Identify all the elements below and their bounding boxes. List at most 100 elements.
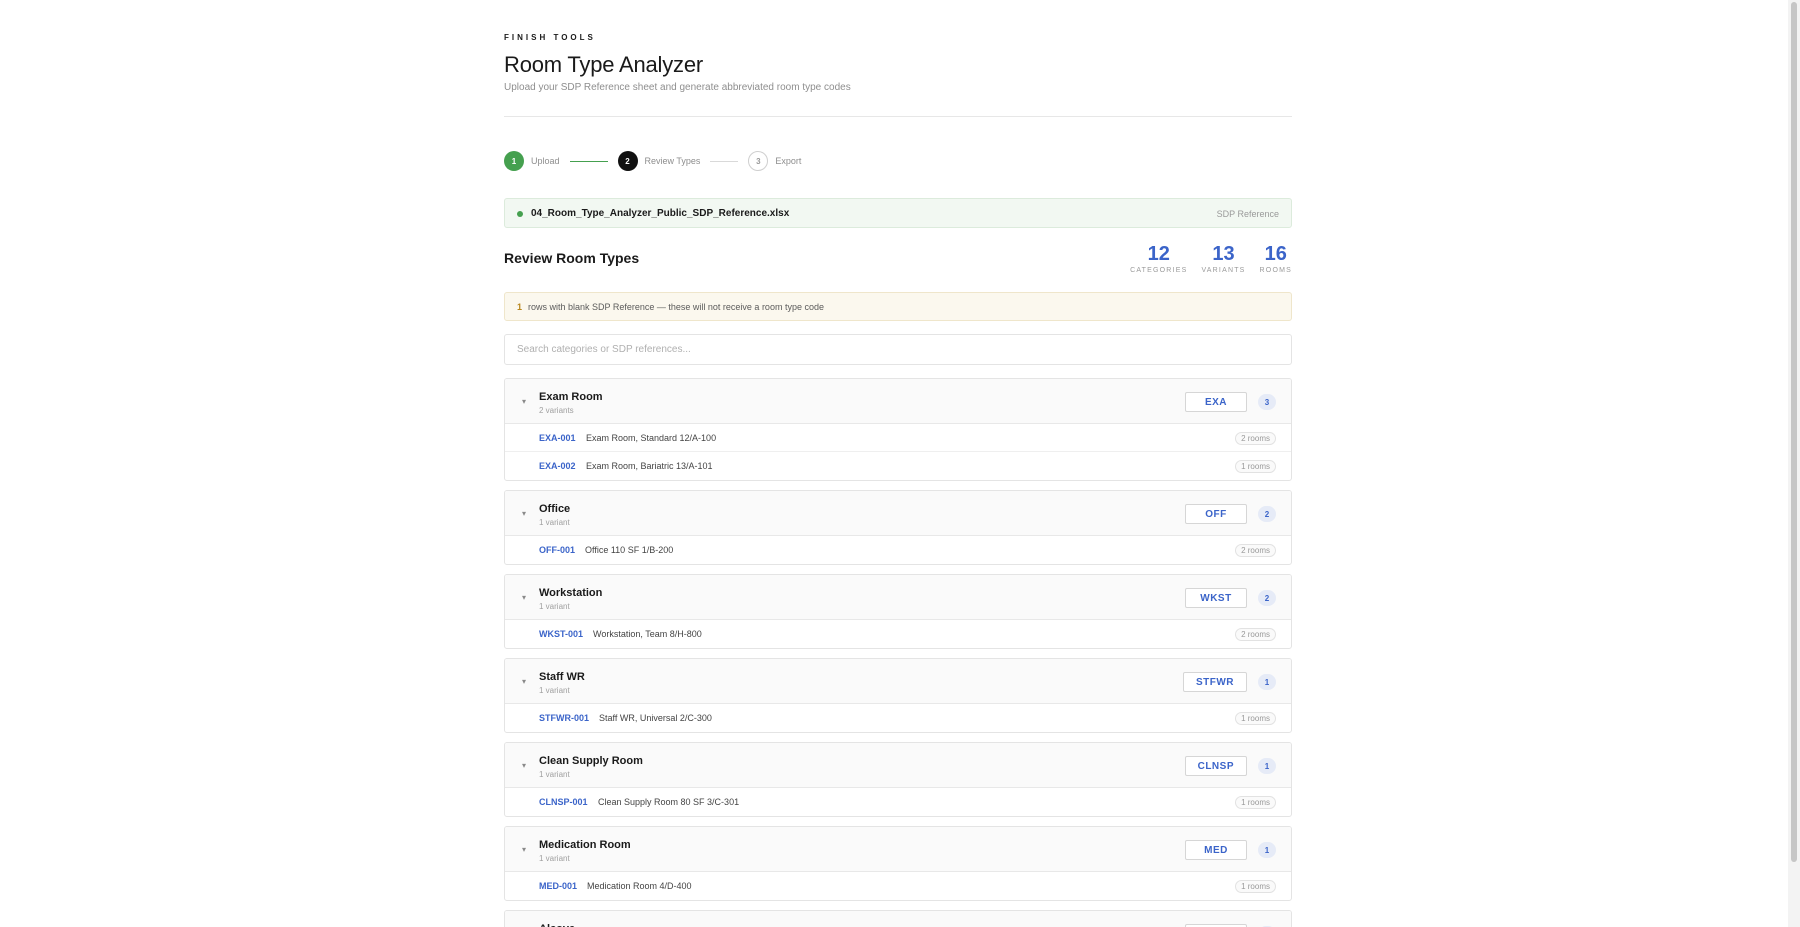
category-card-clean-supply-room: ▾ Clean Supply Room 1 variant CLNSP 1 CLNSP-0… [504,742,1292,817]
step-2-label[interactable]: Review Types [645,156,701,166]
category-header-clean-supply-room[interactable]: ▾ Clean Supply Room 1 variant CLNSP 1 [505,743,1291,788]
step-1-indicator[interactable]: 1 [504,151,524,171]
category-variant-count: 1 variant [539,686,570,695]
variant-rooms-badge: 1 rooms [1235,880,1276,893]
stepper: 1 Upload 2 Review Types 3 Export [504,151,801,171]
category-list: ▾ Exam Room 2 variants EXA 3 EXA-001 Exam Room… [504,378,1292,927]
category-room-count-badge: 1 [1258,842,1276,858]
uploaded-file-bar: 04_Room_Type_Analyzer_Public_SDP_Referen… [504,198,1292,228]
variant-code: CLNSP-001 [539,797,588,807]
variant-row: WKST-001 Workstation, Team 8/H-800 2 rooms [505,620,1291,648]
stat-rooms-value: 16 [1264,243,1287,265]
review-section-title: Review Room Types [504,250,640,266]
warning-message: rows with blank SDP Reference — these wi… [528,302,824,312]
variant-sdp-reference: Medication Room 4/D-400 [587,881,692,891]
category-name: Alcove [539,923,575,927]
category-name: Office [539,503,571,515]
chevron-down-icon[interactable]: ▾ [522,397,526,406]
variant-rooms-badge: 2 rooms [1235,544,1276,557]
search-input[interactable] [504,334,1292,365]
category-header-staff-wr[interactable]: ▾ Staff WR 1 variant STFWR 1 [505,659,1291,704]
category-header-workstation[interactable]: ▾ Workstation 1 variant WKST 2 [505,575,1291,620]
uploaded-file-name: 04_Room_Type_Analyzer_Public_SDP_Referen… [531,208,790,219]
category-card-exam-room: ▾ Exam Room 2 variants EXA 3 EXA-001 Exam Room… [504,378,1292,481]
category-code-input[interactable]: EXA [1185,392,1247,412]
chevron-down-icon[interactable]: ▾ [522,509,526,518]
step-3-indicator[interactable]: 3 [748,151,769,171]
chevron-down-icon[interactable]: ▾ [522,593,526,602]
chevron-down-icon[interactable]: ▾ [522,677,526,686]
category-header-alcove[interactable]: ▾AlcoveALC1 [505,911,1291,927]
variant-sdp-reference: Exam Room, Bariatric 13/A-101 [586,461,713,471]
variant-rooms-badge: 1 rooms [1235,712,1276,725]
variant-sdp-reference: Clean Supply Room 80 SF 3/C-301 [598,797,740,807]
page-title: Room Type Analyzer [504,52,703,77]
variant-row: STFWR-001 Staff WR, Universal 2/C-300 1 ro… [505,704,1291,732]
variant-code: MED-001 [539,881,578,891]
stat-variants-label: VARIANTS [1201,267,1246,274]
category-code-input[interactable]: MED [1185,840,1247,860]
page-scrollbar[interactable] [1788,0,1800,927]
category-code-input[interactable]: CLNSP [1184,756,1247,776]
summary-stats: 12 CATEGORIES 13 VARIANTS 16 ROOMS [1130,242,1292,274]
category-variant-count: 1 variant [539,518,570,527]
category-room-count-badge: 1 [1258,758,1276,774]
variant-code: STFWR-001 [539,713,590,723]
step-connector-2 [710,160,739,162]
step-1-label[interactable]: Upload [531,156,560,166]
category-header-exam-room[interactable]: ▾ Exam Room 2 variants EXA 3 [505,379,1291,424]
category-name: Exam Room [539,391,603,403]
category-card-staff-wr: ▾ Staff WR 1 variant STFWR 1 STFWR-001 Staff W… [504,658,1292,733]
category-variant-count: 1 variant [539,854,570,863]
category-room-count-badge: 1 [1258,674,1276,690]
stat-rooms-label: ROOMS [1259,267,1292,274]
variant-code: EXA-002 [539,461,576,471]
category-card-alcove: ▾AlcoveALC1 [504,910,1292,927]
variant-row: OFF-001 Office 110 SF 1/B-200 2 rooms [505,536,1291,564]
chevron-down-icon[interactable]: ▾ [522,845,526,854]
status-dot-icon [517,211,523,217]
category-room-count-badge: 2 [1258,506,1276,522]
category-code-input[interactable]: WKST [1185,588,1247,608]
category-card-office: ▾ Office 1 variant OFF 2 OFF-001 Office 110 SF… [504,490,1292,565]
step-connector-1 [569,160,608,162]
category-variant-count: 1 variant [539,602,570,611]
chevron-down-icon[interactable]: ▾ [522,761,526,770]
variant-code: EXA-001 [539,433,576,443]
app-eyebrow: FINISH TOOLS [504,33,596,42]
category-name: Clean Supply Room [539,755,643,767]
category-name: Medication Room [539,839,631,851]
variant-row: EXA-002 Exam Room, Bariatric 13/A-101 1 ro… [505,452,1291,480]
step-2-indicator[interactable]: 2 [617,151,638,171]
variant-sdp-reference: Workstation, Team 8/H-800 [593,629,702,639]
category-header-medication-room[interactable]: ▾ Medication Room 1 variant MED 1 [505,827,1291,872]
category-code-input[interactable]: STFWR [1182,672,1247,692]
category-variant-count: 2 variants [539,406,574,415]
header-divider [504,116,1292,117]
scrollbar-thumb[interactable] [1791,2,1797,862]
blank-reference-warning: 1 rows with blank SDP Reference — these … [504,292,1292,321]
variant-code: OFF-001 [539,545,576,555]
variant-row: MED-001 Medication Room 4/D-400 1 rooms [505,872,1291,900]
variant-sdp-reference: Exam Room, Standard 12/A-100 [586,433,717,443]
category-variant-count: 1 variant [539,770,570,779]
stat-variants-value: 13 [1212,243,1235,265]
stat-categories: 12 CATEGORIES [1130,242,1187,274]
category-name: Staff WR [539,671,585,683]
variant-rooms-badge: 1 rooms [1235,460,1276,473]
variant-rooms-badge: 2 rooms [1235,628,1276,641]
step-3-label[interactable]: Export [775,156,801,166]
warning-count: 1 [517,302,523,312]
stat-categories-label: CATEGORIES [1130,267,1188,274]
category-code-input[interactable]: OFF [1185,504,1247,524]
category-header-office[interactable]: ▾ Office 1 variant OFF 2 [505,491,1291,536]
category-name: Workstation [539,587,603,599]
page-subtitle: Upload your SDP Reference sheet and gene… [504,82,851,93]
variant-rooms-badge: 2 rooms [1235,432,1276,445]
variant-code: WKST-001 [539,629,584,639]
category-card-workstation: ▾ Workstation 1 variant WKST 2 WKST-001 Workst… [504,574,1292,649]
category-room-count-badge: 3 [1258,394,1276,410]
variant-row: CLNSP-001 Clean Supply Room 80 SF 3/C-301… [505,788,1291,816]
variant-rooms-badge: 1 rooms [1235,796,1276,809]
variant-row: EXA-001 Exam Room, Standard 12/A-100 2 roo… [505,424,1291,452]
